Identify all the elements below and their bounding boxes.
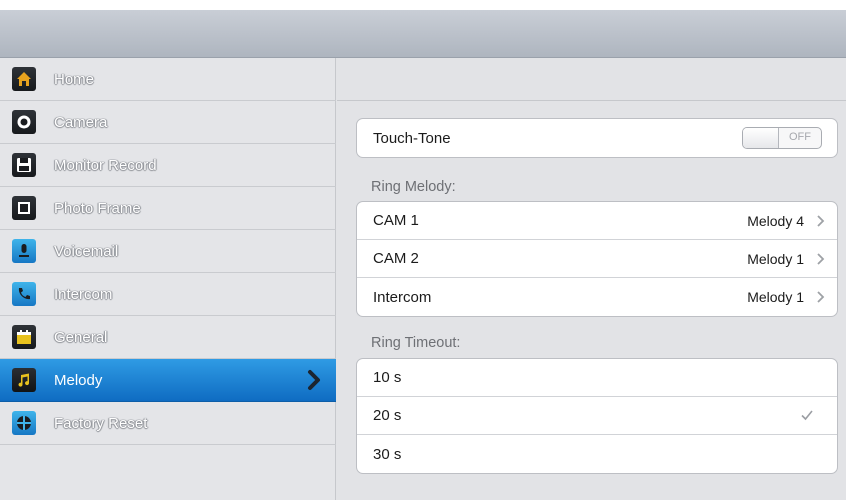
sidebar-item-intercom[interactable]: Intercom — [0, 273, 336, 316]
ring-timeout-option-30s[interactable]: 30 s — [357, 435, 837, 473]
ring-timeout-option-20s[interactable]: 20 s — [357, 397, 837, 435]
chevron-right-icon — [817, 291, 825, 303]
touch-tone-row: Touch-Tone OFF — [357, 119, 837, 157]
sidebar-item-factory-reset[interactable]: Factory Reset — [0, 402, 336, 445]
home-icon — [12, 67, 36, 91]
sidebar-item-photo-frame[interactable]: Photo Frame — [0, 187, 336, 230]
touch-tone-toggle[interactable]: OFF — [742, 127, 822, 149]
sidebar-item-camera[interactable]: Camera — [0, 101, 336, 144]
sidebar-item-label: Voicemail — [54, 242, 119, 260]
ring-melody-group: CAM 1 Melody 4 CAM 2 Melody 1 Intercom M… — [356, 201, 838, 317]
sidebar-item-label: Photo Frame — [54, 199, 141, 217]
chevron-right-icon — [817, 253, 825, 265]
reset-icon — [12, 411, 36, 435]
chevron-right-icon — [817, 215, 825, 227]
sidebar-item-label: Intercom — [54, 285, 113, 303]
row-value: Melody 4 — [747, 212, 804, 229]
sidebar-item-label: Melody — [54, 371, 103, 389]
chevron-right-icon — [308, 370, 320, 390]
ring-timeout-group: 10 s 20 s 30 s — [356, 358, 838, 474]
checkmark-icon — [801, 410, 813, 421]
ring-melody-row-cam1[interactable]: CAM 1 Melody 4 — [357, 202, 837, 240]
row-value: Melody 1 — [747, 289, 804, 305]
phone-icon — [12, 282, 36, 306]
sidebar-item-monitor-record[interactable]: Monitor Record — [0, 144, 336, 187]
microphone-icon — [12, 239, 36, 263]
photo-frame-icon — [12, 196, 36, 220]
row-value: Melody 1 — [747, 250, 804, 267]
music-note-icon — [12, 368, 36, 392]
sidebar-item-melody[interactable]: Melody — [0, 359, 336, 402]
sidebar-item-home[interactable]: Home — [0, 58, 336, 101]
sidebar-item-general[interactable]: General — [0, 316, 336, 359]
toggle-state-label: OFF — [789, 131, 811, 143]
toggle-knob — [743, 128, 779, 148]
option-label: 10 s — [373, 369, 402, 386]
sidebar-item-label: Factory Reset — [54, 414, 148, 432]
sidebar-item-label: Home — [54, 70, 95, 88]
ring-melody-row-cam2[interactable]: CAM 2 Melody 1 — [357, 240, 837, 278]
ring-melody-header: Ring Melody: — [371, 179, 456, 195]
ring-melody-row-intercom[interactable]: Intercom Melody 1 — [357, 278, 837, 316]
camera-icon — [12, 110, 36, 134]
sidebar: Home Camera Monitor Record Photo Frame V… — [0, 58, 336, 500]
touch-tone-group: Touch-Tone OFF — [356, 118, 838, 158]
row-label: Intercom — [373, 288, 432, 306]
detail-header — [337, 58, 846, 101]
title-bar — [0, 10, 846, 58]
row-label: CAM 1 — [373, 212, 419, 229]
ring-timeout-header: Ring Timeout: — [371, 335, 461, 351]
floppy-disk-icon — [12, 153, 36, 177]
option-label: 30 s — [373, 445, 402, 463]
option-label: 20 s — [373, 407, 402, 424]
sidebar-item-label: Monitor Record — [54, 156, 157, 174]
sidebar-item-label: General — [54, 328, 108, 346]
calendar-icon — [12, 325, 36, 349]
touch-tone-label: Touch-Tone — [373, 129, 451, 147]
row-label: CAM 2 — [373, 250, 419, 267]
ring-timeout-option-10s[interactable]: 10 s — [357, 359, 837, 397]
sidebar-item-label: Camera — [54, 113, 108, 131]
sidebar-item-voicemail[interactable]: Voicemail — [0, 230, 336, 273]
